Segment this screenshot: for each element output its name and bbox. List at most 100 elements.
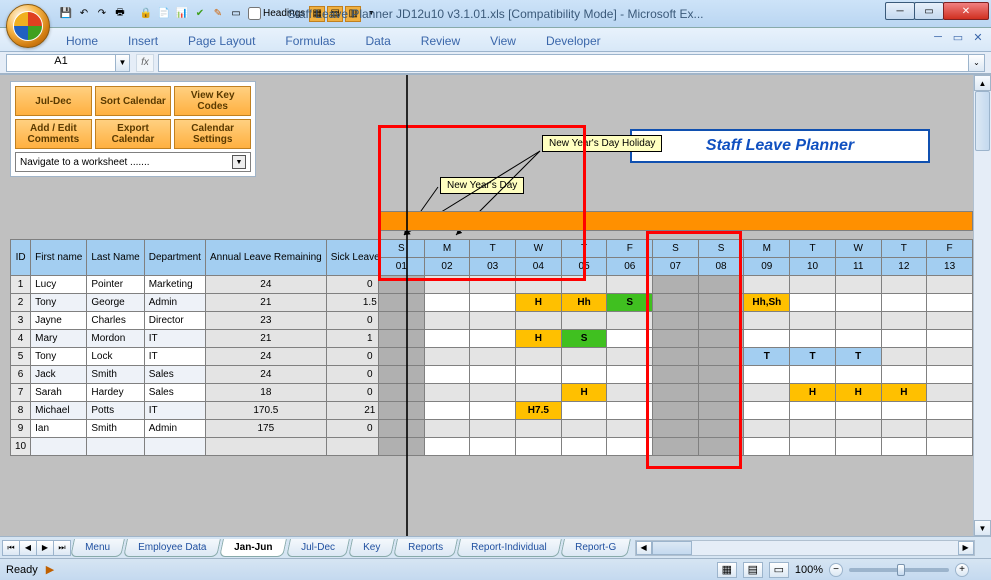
- edit-icon[interactable]: ✎: [210, 6, 226, 22]
- window-icon[interactable]: ▭: [228, 6, 244, 22]
- calendar-cell[interactable]: [561, 276, 607, 294]
- scroll-thumb[interactable]: [975, 91, 990, 151]
- calendar-cell[interactable]: [424, 384, 470, 402]
- calendar-cell[interactable]: H7.5: [515, 402, 561, 420]
- table-row[interactable]: 2TonyGeorgeAdmin211.5: [11, 294, 414, 312]
- calendar-cell[interactable]: [561, 402, 607, 420]
- calendar-cell[interactable]: [607, 312, 653, 330]
- calendar-cell[interactable]: [424, 312, 470, 330]
- calendar-cell[interactable]: [424, 438, 470, 456]
- tab-prev-icon[interactable]: ◀: [19, 540, 37, 556]
- cell[interactable]: Smith: [87, 366, 144, 384]
- calendar-cell[interactable]: [744, 366, 790, 384]
- calendar-cell[interactable]: [698, 384, 744, 402]
- horizontal-scrollbar[interactable]: ◀ ▶: [635, 540, 975, 556]
- calendar-cell[interactable]: [835, 438, 881, 456]
- calendar-cell[interactable]: [515, 312, 561, 330]
- calendar-cell[interactable]: [790, 312, 836, 330]
- calendar-cell[interactable]: [379, 420, 425, 438]
- sheet-tab-reports[interactable]: Reports: [393, 539, 458, 557]
- sheet-tab-jul-dec[interactable]: Jul-Dec: [286, 539, 350, 557]
- calendar-cell[interactable]: [653, 402, 699, 420]
- tab-insert[interactable]: Insert: [120, 31, 166, 51]
- cell[interactable]: 23: [205, 312, 326, 330]
- cell[interactable]: Tony: [31, 348, 87, 366]
- calendar-cell[interactable]: [424, 366, 470, 384]
- calendar-cell[interactable]: H: [881, 384, 927, 402]
- calendar-cell[interactable]: [607, 330, 653, 348]
- calendar-cell[interactable]: [515, 420, 561, 438]
- calendar-cell[interactable]: [790, 366, 836, 384]
- calendar-cell[interactable]: [424, 294, 470, 312]
- calendar-cell[interactable]: [835, 276, 881, 294]
- cell[interactable]: Lucy: [31, 276, 87, 294]
- calendar-cell[interactable]: [698, 402, 744, 420]
- cell[interactable]: Mordon: [87, 330, 144, 348]
- cell[interactable]: Director: [144, 312, 205, 330]
- table-row[interactable]: 6JackSmithSales240: [11, 366, 414, 384]
- calendar-cell[interactable]: [424, 276, 470, 294]
- formula-expand-icon[interactable]: ⌄: [969, 54, 985, 72]
- calendar-cell[interactable]: [607, 348, 653, 366]
- calendar-cell[interactable]: T: [744, 348, 790, 366]
- calendar-cell[interactable]: [927, 420, 973, 438]
- scroll-up-icon[interactable]: ▲: [974, 75, 991, 91]
- calendar-cell[interactable]: [653, 330, 699, 348]
- calendar-cell[interactable]: [607, 420, 653, 438]
- table-row[interactable]: 7SarahHardeySales180: [11, 384, 414, 402]
- calendar-cell[interactable]: [607, 402, 653, 420]
- cell[interactable]: IT: [144, 330, 205, 348]
- calendar-cell[interactable]: [470, 312, 516, 330]
- calendar-cell[interactable]: [698, 366, 744, 384]
- minimize-button[interactable]: ─: [885, 2, 915, 20]
- juldec-button[interactable]: Jul-Dec: [15, 86, 92, 116]
- calendar-cell[interactable]: [881, 276, 927, 294]
- calendar-cell[interactable]: [379, 402, 425, 420]
- cell[interactable]: Marketing: [144, 276, 205, 294]
- cell[interactable]: 2: [11, 294, 31, 312]
- doc-close-icon[interactable]: ✕: [971, 30, 985, 44]
- cell[interactable]: 24: [205, 366, 326, 384]
- calendar-cell[interactable]: Hh: [561, 294, 607, 312]
- calendar-cell[interactable]: H: [561, 384, 607, 402]
- table-row[interactable]: 4MaryMordonIT211: [11, 330, 414, 348]
- cell[interactable]: 1: [11, 276, 31, 294]
- cell[interactable]: George: [87, 294, 144, 312]
- sheet-content[interactable]: Jul-Dec Sort Calendar View Key Codes Add…: [0, 75, 973, 536]
- calendar-cell[interactable]: [653, 384, 699, 402]
- sheet-tab-report-individual[interactable]: Report-Individual: [456, 539, 561, 557]
- calendar-cell[interactable]: T: [835, 348, 881, 366]
- calendar-cell[interactable]: [470, 402, 516, 420]
- office-button[interactable]: [6, 4, 50, 48]
- calendar-cell[interactable]: T: [790, 348, 836, 366]
- calendar-cell[interactable]: [790, 276, 836, 294]
- calendar-cell[interactable]: [470, 420, 516, 438]
- calendar-cell[interactable]: [607, 384, 653, 402]
- calendar-row[interactable]: HHHH: [379, 384, 973, 402]
- cell[interactable]: IT: [144, 348, 205, 366]
- calendar-row[interactable]: [379, 276, 973, 294]
- tab-formulas[interactable]: Formulas: [277, 31, 343, 51]
- calendar-cell[interactable]: [470, 366, 516, 384]
- redo-icon[interactable]: ↷: [94, 6, 110, 22]
- tab-review[interactable]: Review: [413, 31, 468, 51]
- cell[interactable]: 170.5: [205, 402, 326, 420]
- cell[interactable]: Jack: [31, 366, 87, 384]
- calendar-cell[interactable]: [379, 366, 425, 384]
- cell[interactable]: 4: [11, 330, 31, 348]
- calendar-cell[interactable]: S: [561, 330, 607, 348]
- doc-minimize-icon[interactable]: ─: [931, 30, 945, 44]
- cell[interactable]: [31, 438, 87, 456]
- calendar-cell[interactable]: [561, 420, 607, 438]
- table-row[interactable]: 3JayneCharlesDirector230: [11, 312, 414, 330]
- cell[interactable]: Admin: [144, 294, 205, 312]
- calendar-row[interactable]: [379, 366, 973, 384]
- navigate-worksheet-dropdown[interactable]: Navigate to a worksheet ....... ▼: [15, 152, 251, 172]
- calendar-cell[interactable]: [470, 348, 516, 366]
- calendar-cell[interactable]: [424, 330, 470, 348]
- view-key-codes-button[interactable]: View Key Codes: [174, 86, 251, 116]
- cell[interactable]: Ian: [31, 420, 87, 438]
- calendar-cell[interactable]: [744, 384, 790, 402]
- cell[interactable]: Tony: [31, 294, 87, 312]
- calendar-cell[interactable]: [424, 420, 470, 438]
